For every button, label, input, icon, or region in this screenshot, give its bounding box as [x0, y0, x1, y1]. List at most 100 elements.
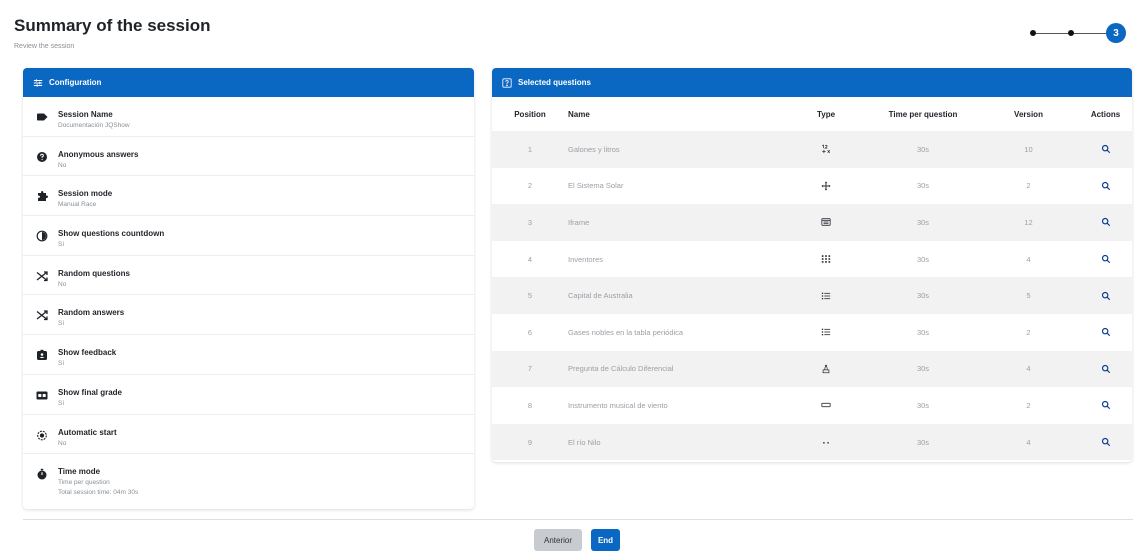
cell-time: 30s — [916, 144, 930, 154]
feedback-icon — [34, 348, 50, 362]
config-item-value: Sí — [58, 360, 65, 368]
previous-button[interactable]: Anterior — [534, 529, 582, 551]
config-item: Time mode Time per question Total session … — [23, 454, 474, 506]
config-item-label: Show questions countdown — [58, 229, 165, 239]
cell-time: 30s — [916, 364, 930, 374]
config-item-value: Sí — [58, 320, 65, 328]
cell-position: 3 — [527, 217, 533, 227]
config-item-value: No — [58, 439, 67, 447]
selected-questions-card: Selected questions Position Name Type Ti… — [492, 68, 1132, 462]
cell-actions — [1079, 131, 1132, 168]
config-item-value: No — [58, 161, 67, 169]
config-item-value-secondary: Total session time: 04m 30s — [58, 489, 139, 497]
search-icon[interactable] — [1101, 437, 1111, 447]
shuffle-icon — [34, 308, 50, 322]
stepper: 3 — [1030, 22, 1126, 44]
search-icon[interactable] — [1101, 144, 1111, 154]
cell-actions — [1079, 241, 1132, 278]
list-type-icon — [821, 291, 831, 300]
grid-type-icon — [821, 254, 831, 263]
cell-time: 30s — [916, 181, 930, 191]
question-circle-icon — [34, 150, 50, 164]
config-item-label: Time mode — [58, 467, 101, 477]
cell-time: 30s — [916, 254, 930, 264]
list-type-icon — [821, 327, 831, 336]
stopwatch-icon — [34, 467, 50, 481]
config-item: Show feedback Sí — [23, 335, 474, 375]
footer-divider — [23, 519, 1133, 520]
cell-version: 4 — [1026, 437, 1031, 447]
configuration-header: Configuration — [23, 68, 474, 97]
config-item-value: Sí — [58, 241, 65, 249]
configuration-title: Configuration — [49, 78, 102, 87]
cell-time: 30s — [916, 400, 930, 410]
config-item-value: No — [58, 280, 67, 288]
search-icon[interactable] — [1101, 291, 1111, 300]
cell-type — [784, 241, 868, 278]
cell-actions — [1079, 351, 1132, 388]
cell-name: Gases nobles en la tabla periódica — [568, 327, 684, 337]
cell-version: 2 — [1026, 400, 1031, 410]
cell-name: Instrumento musical de viento — [568, 400, 668, 410]
dots-type-icon — [821, 437, 831, 446]
search-icon[interactable] — [1101, 364, 1111, 374]
stepper-step-current: 3 — [1106, 23, 1126, 43]
config-item-label: Session Name — [58, 110, 113, 119]
table-row: 7 Pregunta de Cálculo Diferencial 30s 4 — [492, 350, 1132, 388]
search-icon[interactable] — [1101, 217, 1111, 227]
config-item: Session Name Documentación JQShow — [23, 97, 474, 137]
table-row: 3 Iframe 30s 12 — [492, 204, 1132, 241]
end-button[interactable]: End — [591, 529, 620, 551]
cell-type — [784, 351, 868, 388]
column-time: Time per question — [888, 109, 958, 119]
cell-version: 2 — [1026, 327, 1031, 337]
cell-version: 4 — [1026, 364, 1031, 374]
cell-actions — [1079, 314, 1132, 351]
config-item: Session mode Manual Race — [23, 176, 474, 217]
cell-position: 7 — [527, 364, 533, 374]
cell-time: 30s — [916, 291, 930, 301]
config-item-label: Show feedback — [58, 348, 117, 358]
cell-type — [784, 168, 868, 205]
config-item-label: Show final grade — [58, 387, 123, 397]
cell-actions — [1079, 387, 1132, 424]
search-icon[interactable] — [1101, 327, 1111, 337]
cell-type — [784, 131, 868, 168]
config-item-label: Random questions — [58, 268, 131, 278]
table-header-row: Position Name Type Time per question Ver… — [492, 97, 1132, 131]
configuration-card: Configuration Session Name Documentación … — [23, 68, 474, 509]
autostart-icon — [34, 428, 50, 442]
config-item: Random answers Sí — [23, 295, 474, 336]
config-item: Automatic start No — [23, 415, 474, 455]
numeric-type-icon — [821, 144, 831, 154]
cell-position: 2 — [527, 181, 533, 191]
config-item: Show final grade Sí — [23, 375, 474, 415]
config-item: Show questions countdown Sí — [23, 216, 474, 256]
table-row: 1 Galones y litros 30s 10 — [492, 131, 1132, 168]
search-icon[interactable] — [1101, 181, 1111, 191]
calc-type-icon — [821, 364, 831, 373]
puzzle-icon — [34, 189, 50, 203]
tag-icon — [34, 110, 50, 124]
config-item: Anonymous answers No — [23, 137, 474, 177]
config-item-label: Session mode — [58, 189, 113, 199]
config-item-label: Random answers — [58, 308, 125, 318]
cell-time: 30s — [916, 437, 930, 447]
column-name: Name — [568, 109, 590, 119]
config-item-value: Sí — [58, 399, 65, 407]
cell-name: Galones y litros — [568, 144, 620, 154]
table-row: 5 Capital de Australia 30s 5 — [492, 277, 1132, 314]
sliders-icon — [33, 78, 43, 87]
cell-version: 10 — [1024, 144, 1033, 154]
cell-type — [784, 277, 868, 314]
cell-version: 5 — [1026, 291, 1031, 301]
table-row: 8 Instrumento musical de viento 30s 2 — [492, 387, 1132, 424]
config-item: Random questions No — [23, 256, 474, 296]
search-icon[interactable] — [1101, 400, 1111, 410]
cell-actions — [1079, 204, 1132, 241]
cell-position: 4 — [527, 254, 533, 264]
column-position: Position — [514, 109, 546, 119]
cell-type — [784, 387, 868, 424]
search-icon[interactable] — [1101, 254, 1111, 264]
grade-icon — [34, 388, 50, 402]
